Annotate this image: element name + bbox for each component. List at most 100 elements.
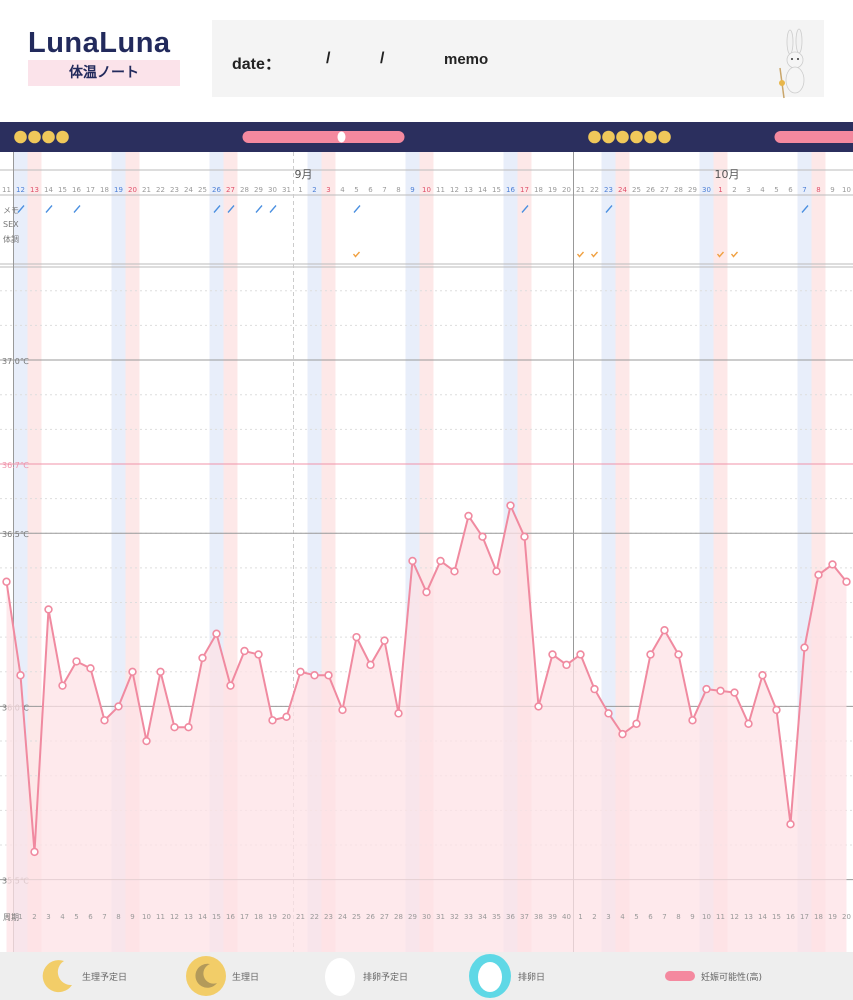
date-label: 31 — [282, 186, 291, 194]
pencil-body — [45, 205, 53, 213]
legend-item: 排卵日 — [468, 952, 545, 1000]
cycle-day-label: 40 — [562, 913, 571, 921]
check-icon — [352, 251, 361, 258]
cycle-day-label: 11 — [156, 913, 165, 921]
date-label: 29 — [254, 186, 263, 194]
data-point — [268, 716, 277, 725]
y-tick-label: 36.7℃ — [2, 461, 29, 470]
data-point — [716, 686, 725, 696]
date-label: 19 — [114, 186, 123, 194]
data-point — [702, 684, 711, 694]
check-stroke — [730, 251, 739, 258]
data-point — [786, 819, 795, 829]
data-point — [408, 556, 417, 566]
date-label: 11 — [2, 186, 11, 194]
legend-bar: 生理予定日 生理日 排卵予定日 排卵日 妊娠可能性(高) — [0, 952, 853, 1000]
data-point — [310, 671, 319, 680]
date-label: 16 — [506, 186, 515, 194]
legend-label: 妊娠可能性(高) — [701, 972, 763, 983]
data-point — [380, 636, 389, 645]
date-label: 20 — [128, 186, 137, 194]
date-label: 4 — [340, 186, 345, 194]
data-point — [394, 709, 403, 718]
data-point — [828, 560, 837, 569]
data-point — [100, 716, 109, 725]
cycle-day-label: 12 — [170, 913, 179, 921]
date-label: 5 — [774, 186, 778, 194]
date-label: 5 — [354, 186, 358, 194]
logo-subtitle: 体温ノート — [28, 60, 180, 86]
moon-circle-icon — [616, 130, 629, 144]
date-label: 23 — [604, 186, 613, 194]
data-point — [324, 671, 333, 680]
cycle-day-label: 19 — [268, 913, 277, 921]
date-label: 8 — [396, 186, 400, 194]
cycle-day-label: 2 — [32, 913, 36, 921]
check-icon — [730, 251, 739, 258]
cycle-day-label: 21 — [296, 913, 305, 921]
cycle-day-label: 20 — [842, 913, 851, 921]
date-label: 24 — [618, 186, 627, 194]
date-label: 15 — [492, 186, 501, 194]
cycle-day-label: 23 — [324, 913, 333, 921]
cycle-day-label: 14 — [758, 913, 767, 921]
cycle-day-label: 16 — [226, 913, 235, 921]
pencil-body — [73, 205, 81, 213]
row-label: 周期 — [3, 913, 19, 922]
data-point — [128, 667, 137, 676]
memo-panel[interactable]: date： / / memo — [212, 20, 824, 99]
cycle-day-label: 26 — [366, 913, 375, 921]
date-label: 14 — [44, 186, 53, 194]
date-slash: / — [326, 50, 331, 67]
cycle-day-label: 18 — [814, 913, 823, 921]
check-stroke — [590, 251, 599, 258]
date-label: 28 — [240, 186, 249, 194]
check-stroke — [352, 251, 361, 258]
cycle-day-label: 24 — [338, 913, 347, 921]
date-label: 3 — [746, 186, 750, 194]
pencil-icon — [269, 205, 277, 213]
data-point — [338, 705, 347, 715]
legend-label: 排卵日 — [518, 972, 546, 983]
cycle-day-label: 32 — [450, 913, 459, 921]
pencil-body — [269, 205, 277, 213]
cycle-day-label: 22 — [310, 913, 319, 921]
cycle-day-label: 5 — [74, 913, 78, 921]
row-label: 体調 — [3, 234, 19, 244]
data-point — [86, 664, 95, 673]
cycle-day-label: 10 — [702, 913, 711, 921]
logo-text: LunaLuna — [28, 27, 171, 59]
moon-circle-icon — [644, 130, 657, 144]
cycle-day-label: 2 — [592, 913, 596, 921]
moon-circle-icon — [28, 130, 41, 144]
date-label: 25 — [198, 186, 207, 194]
cycle-day-label: 15 — [772, 913, 781, 921]
cycle-day-label: 13 — [184, 913, 193, 921]
data-point — [212, 629, 221, 638]
date-label: 12 — [450, 186, 459, 194]
date-label: 15 — [58, 186, 67, 194]
date-label: 24 — [184, 186, 193, 194]
date-label: 18 — [100, 186, 109, 194]
cycle-day-label: 9 — [130, 913, 134, 921]
moon-circle-icon — [186, 956, 226, 996]
date-label: 17 — [86, 186, 95, 194]
egg-icon — [325, 958, 355, 996]
data-point — [184, 723, 193, 732]
check-icon — [590, 251, 599, 258]
date-label: 6 — [368, 186, 373, 194]
legend-item: 妊娠可能性(高) — [665, 952, 762, 1000]
temperature-chart[interactable]: 37.0℃36.7℃36.5℃36.0℃35.5℃9月10月1112131415… — [0, 152, 853, 952]
memo-date-label: date： — [232, 56, 281, 73]
date-label: 16 — [72, 186, 81, 194]
cycle-day-label: 33 — [464, 913, 473, 921]
cycle-day-label: 8 — [676, 913, 680, 921]
data-point — [688, 716, 697, 725]
data-point — [352, 632, 361, 642]
cycle-day-label: 3 — [46, 913, 50, 921]
cycle-day-label: 17 — [800, 913, 809, 921]
data-point — [16, 671, 25, 680]
data-point — [590, 684, 599, 694]
cycle-day-label: 11 — [716, 913, 725, 921]
date-label: 21 — [142, 186, 151, 194]
